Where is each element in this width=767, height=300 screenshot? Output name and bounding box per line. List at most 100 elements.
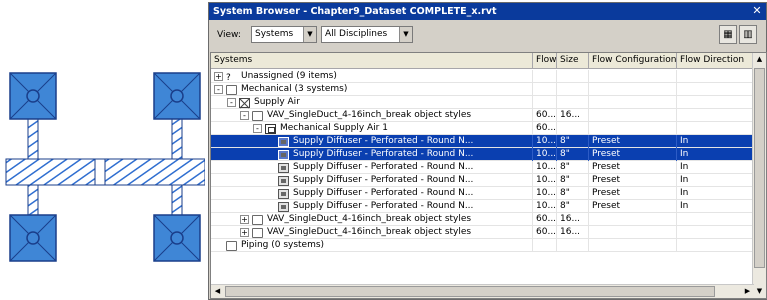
scroll-right-icon[interactable]: ▶ [741, 285, 754, 298]
flow-direction-cell[interactable]: In [677, 148, 757, 161]
flow-configuration-cell[interactable] [589, 109, 677, 122]
flow-direction-cell[interactable] [677, 226, 757, 239]
flow-cell[interactable] [533, 83, 557, 96]
flow-direction-cell[interactable]: In [677, 135, 757, 148]
flow-cell[interactable]: 10... [533, 135, 557, 148]
systems-table[interactable]: Systems Flow Size Flow Configuration Flo… [210, 52, 767, 299]
size-cell[interactable] [557, 83, 589, 96]
column-header-systems[interactable]: Systems [211, 53, 533, 69]
system-name-cell[interactable]: Supply Diffuser - Perforated - Round N..… [211, 135, 533, 148]
expand-icon[interactable]: + [214, 72, 223, 81]
column-settings-icon[interactable]: ▦ [719, 25, 737, 44]
flow-direction-cell[interactable] [677, 122, 757, 135]
table-row[interactable]: Supply Diffuser - Perforated - Round N..… [211, 174, 757, 187]
size-cell[interactable] [557, 122, 589, 135]
vertical-scrollbar[interactable]: ▲ ▼ [752, 53, 766, 298]
flow-configuration-cell[interactable] [589, 239, 677, 252]
flow-cell[interactable]: 60... [533, 213, 557, 226]
size-cell[interactable]: 16... [557, 226, 589, 239]
diffuser-top-left[interactable] [9, 72, 57, 120]
expand-icon[interactable]: + [240, 228, 249, 237]
table-row[interactable]: Supply Diffuser - Perforated - Round N..… [211, 187, 757, 200]
system-name-cell[interactable]: Supply Diffuser - Perforated - Round N..… [211, 161, 533, 174]
system-name-cell[interactable]: - Supply Air [211, 96, 533, 109]
table-row[interactable]: Supply Diffuser - Perforated - Round N..… [211, 148, 757, 161]
chevron-down-icon[interactable]: ▼ [303, 27, 316, 42]
scroll-left-icon[interactable]: ◀ [211, 285, 224, 298]
flow-cell[interactable]: 60... [533, 109, 557, 122]
collapse-icon[interactable]: - [240, 111, 249, 120]
size-cell[interactable]: 8" [557, 148, 589, 161]
table-row[interactable]: - VAV_SingleDuct_4-16inch_break object st… [211, 109, 757, 122]
table-row[interactable]: Supply Diffuser - Perforated - Round N..… [211, 135, 757, 148]
size-cell[interactable]: 16... [557, 213, 589, 226]
column-header-size[interactable]: Size [557, 53, 589, 69]
system-name-cell[interactable]: - Mechanical (3 systems) [211, 83, 533, 96]
flow-direction-cell[interactable]: In [677, 200, 757, 213]
collapse-icon[interactable]: - [227, 98, 236, 107]
flow-configuration-cell[interactable] [589, 96, 677, 109]
table-row[interactable]: - Mechanical (3 systems) [211, 83, 757, 96]
flow-configuration-cell[interactable]: Preset [589, 148, 677, 161]
system-name-cell[interactable]: Supply Diffuser - Perforated - Round N..… [211, 174, 533, 187]
system-name-cell[interactable]: - Mechanical Supply Air 1 [211, 122, 533, 135]
column-header-flow-configuration[interactable]: Flow Configuration [589, 53, 677, 69]
table-row[interactable]: Piping (0 systems) [211, 239, 757, 252]
flow-configuration-cell[interactable] [589, 213, 677, 226]
scroll-down-icon[interactable]: ▼ [753, 285, 766, 298]
table-row[interactable]: - Mechanical Supply Air 1 60... [211, 122, 757, 135]
diffuser-bottom-left[interactable] [9, 214, 57, 262]
expand-icon[interactable]: + [240, 215, 249, 224]
flow-cell[interactable]: 10... [533, 148, 557, 161]
autofit-columns-icon[interactable]: ▥ [739, 25, 757, 44]
column-header-flow-direction[interactable]: Flow Direction [677, 53, 757, 69]
collapse-icon[interactable]: - [214, 85, 223, 94]
flow-direction-cell[interactable] [677, 239, 757, 252]
flow-configuration-cell[interactable] [589, 70, 677, 83]
flow-configuration-cell[interactable]: Preset [589, 135, 677, 148]
size-cell[interactable] [557, 96, 589, 109]
flow-cell[interactable]: 60... [533, 122, 557, 135]
size-cell[interactable] [557, 70, 589, 83]
discipline-select[interactable]: All Disciplines ▼ [321, 26, 413, 43]
flow-direction-cell[interactable]: In [677, 174, 757, 187]
flow-configuration-cell[interactable]: Preset [589, 187, 677, 200]
horizontal-scroll-thumb[interactable] [225, 286, 715, 297]
flow-cell[interactable]: 60... [533, 226, 557, 239]
flow-configuration-cell[interactable] [589, 83, 677, 96]
size-cell[interactable] [557, 239, 589, 252]
chevron-down-icon[interactable]: ▼ [399, 27, 412, 42]
diffuser-bottom-right[interactable] [153, 214, 201, 262]
system-name-cell[interactable]: Supply Diffuser - Perforated - Round N..… [211, 200, 533, 213]
window-title-bar[interactable]: System Browser - Chapter9_Dataset COMPLE… [209, 3, 766, 20]
flow-cell[interactable]: 10... [533, 187, 557, 200]
size-cell[interactable]: 8" [557, 174, 589, 187]
flow-direction-cell[interactable] [677, 70, 757, 83]
size-cell[interactable]: 8" [557, 161, 589, 174]
flow-cell[interactable] [533, 70, 557, 83]
close-icon[interactable]: ✕ [750, 4, 764, 18]
system-name-cell[interactable]: + VAV_SingleDuct_4-16inch_break object st… [211, 213, 533, 226]
main-duct[interactable] [5, 158, 205, 186]
column-header-flow[interactable]: Flow [533, 53, 557, 69]
flow-cell[interactable]: 10... [533, 174, 557, 187]
flow-cell[interactable] [533, 96, 557, 109]
table-row[interactable]: + VAV_SingleDuct_4-16inch_break object st… [211, 226, 757, 239]
system-name-cell[interactable]: Supply Diffuser - Perforated - Round N..… [211, 187, 533, 200]
size-cell[interactable]: 16... [557, 109, 589, 122]
scroll-up-icon[interactable]: ▲ [753, 53, 766, 66]
flow-direction-cell[interactable]: In [677, 161, 757, 174]
table-row[interactable]: +? Unassigned (9 items) [211, 70, 757, 83]
system-name-cell[interactable]: +? Unassigned (9 items) [211, 70, 533, 83]
flow-direction-cell[interactable]: In [677, 187, 757, 200]
collapse-icon[interactable]: - [253, 124, 262, 133]
system-name-cell[interactable]: - VAV_SingleDuct_4-16inch_break object st… [211, 109, 533, 122]
flow-cell[interactable]: 10... [533, 161, 557, 174]
horizontal-scrollbar[interactable]: ◀ ▶ [211, 284, 754, 298]
flow-direction-cell[interactable] [677, 83, 757, 96]
flow-direction-cell[interactable] [677, 213, 757, 226]
view-select[interactable]: Systems ▼ [251, 26, 317, 43]
table-row[interactable]: Supply Diffuser - Perforated - Round N..… [211, 200, 757, 213]
system-name-cell[interactable]: Piping (0 systems) [211, 239, 533, 252]
flow-configuration-cell[interactable]: Preset [589, 200, 677, 213]
